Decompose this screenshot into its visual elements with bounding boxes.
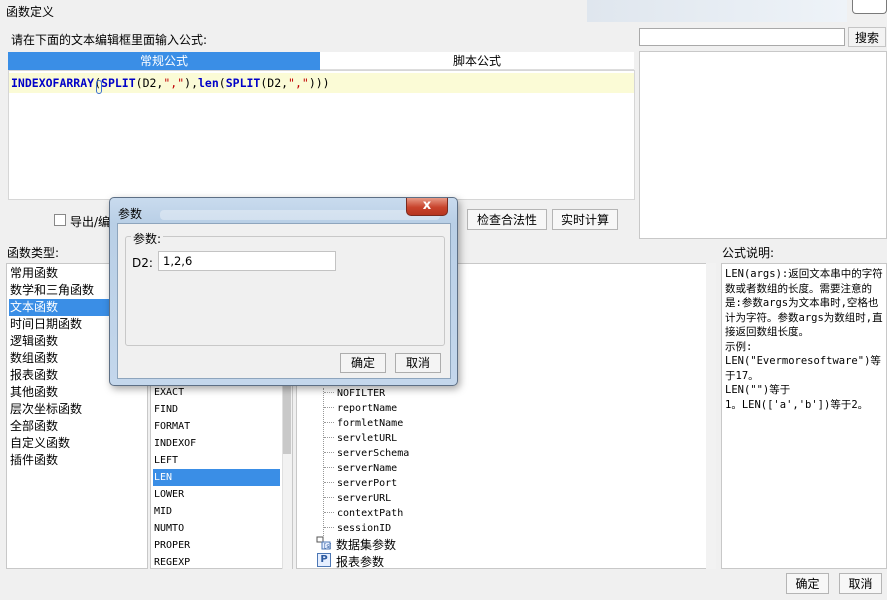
parameter-dialog: 参数 x 参数: D2: 1,2,6 确定 取消	[109, 197, 458, 386]
tree-branch-line	[324, 392, 334, 393]
function-item[interactable]: FORMAT	[153, 418, 280, 435]
function-item[interactable]: INDEXOF	[153, 435, 280, 452]
export-checkbox[interactable]	[54, 214, 66, 226]
report-params-label[interactable]: 报表参数	[336, 553, 384, 570]
background-window-strip	[587, 0, 847, 22]
tree-param-item[interactable]: serverPort	[337, 476, 397, 491]
param-group-label: 参数:	[131, 230, 164, 247]
cancel-button[interactable]: 取消	[839, 573, 882, 594]
tree-param-item[interactable]: sessionID	[337, 521, 391, 536]
parameter-tree-scrollbar[interactable]	[706, 263, 716, 569]
formula-editor[interactable]: INDEXOFARRAY(SPLIT(D2,","),len(SPLIT(D2,…	[8, 70, 635, 200]
category-item[interactable]: 文本函数	[9, 299, 113, 316]
tree-param-item[interactable]: serverName	[337, 461, 397, 476]
category-item[interactable]: 数组函数	[9, 350, 113, 367]
realtime-calc-button[interactable]: 实时计算	[552, 209, 618, 230]
description-label: 公式说明:	[722, 246, 775, 260]
description-line: LEN(args):返回文本串中的字符数或者数组的长度。需要注意的是:参数arg…	[725, 268, 883, 338]
category-label: 函数类型:	[7, 246, 60, 260]
function-list-scroll-thumb[interactable]	[283, 384, 291, 454]
description-line: LEN("")等于	[725, 384, 791, 396]
tab-normal-formula[interactable]: 常规公式	[8, 52, 320, 70]
tree-param-item[interactable]: serverSchema	[337, 446, 409, 461]
check-validity-button[interactable]: 检查合法性	[467, 209, 547, 230]
tree-connector	[323, 388, 324, 536]
formula-token: ","	[163, 76, 185, 90]
param-name-label: D2:	[132, 256, 153, 270]
description-line: 示例:	[725, 340, 753, 353]
category-item[interactable]: 其他函数	[9, 384, 113, 401]
formula-token: (D2,	[260, 76, 289, 90]
window-title: 函数定义	[6, 5, 55, 19]
tree-param-item[interactable]: NOFILTER	[337, 386, 385, 401]
category-item[interactable]: 时间日期函数	[9, 316, 113, 333]
formula-token: )))	[308, 76, 330, 90]
category-item[interactable]: 常用函数	[9, 265, 113, 282]
category-item[interactable]: 自定义函数	[9, 435, 113, 452]
tree-branch-line	[324, 437, 334, 438]
tree-branch-line	[324, 497, 334, 498]
dataset-params-label[interactable]: 数据集参数	[336, 536, 396, 553]
function-item[interactable]: EXACT	[153, 384, 280, 401]
function-item[interactable]: LEFT	[153, 452, 280, 469]
tree-branch-line	[324, 527, 334, 528]
dialog-title-reflection	[160, 210, 440, 220]
description-line: 1。LEN(['a','b'])等于2。	[725, 398, 869, 411]
tree-branch-line	[324, 452, 334, 453]
tab-script-formula[interactable]: 脚本公式	[320, 52, 634, 70]
export-label: 导出/编	[70, 215, 111, 229]
function-item[interactable]: NUMTO	[153, 520, 280, 537]
report-param-icon: P	[317, 553, 331, 567]
dialog-title: 参数	[118, 207, 143, 221]
tree-param-item[interactable]: reportName	[337, 401, 397, 416]
search-input[interactable]	[639, 28, 845, 46]
formula-token: INDEXOFARRAY	[11, 76, 95, 90]
svg-text:[s]: [s]	[324, 543, 331, 550]
tree-param-item[interactable]: serverURL	[337, 491, 391, 506]
description-panel: LEN(args):返回文本串中的字符数或者数组的长度。需要注意的是:参数arg…	[721, 263, 887, 569]
search-results-panel	[639, 51, 887, 239]
tree-branch-line	[324, 467, 334, 468]
dialog-ok-button[interactable]: 确定	[340, 353, 386, 373]
function-item[interactable]: FIND	[153, 401, 280, 418]
tree-branch-line	[324, 512, 334, 513]
function-item[interactable]: MID	[153, 503, 280, 520]
ok-button[interactable]: 确定	[786, 573, 829, 594]
text-cursor-icon	[96, 80, 102, 94]
window-close-button[interactable]	[852, 0, 887, 14]
formula-token: SPLIT	[225, 76, 261, 90]
function-item[interactable]: REGEXP	[153, 554, 280, 571]
formula-token: (D2,	[135, 76, 164, 90]
dialog-body: 参数: D2: 1,2,6 确定 取消	[117, 223, 451, 379]
tree-branch-line	[324, 482, 334, 483]
dialog-close-icon[interactable]: x	[406, 198, 448, 216]
formula-token: ","	[288, 76, 309, 90]
function-item[interactable]: PROPER	[153, 537, 280, 554]
formula-token: SPLIT	[101, 76, 136, 90]
param-value-input[interactable]: 1,2,6	[158, 251, 336, 271]
category-item[interactable]: 数学和三角函数	[9, 282, 113, 299]
category-item[interactable]: 全部函数	[9, 418, 113, 435]
function-item[interactable]: LEN	[153, 469, 280, 486]
description-line: LEN("Evermoresoftware")等于17。	[725, 355, 881, 382]
function-item[interactable]: LOWER	[153, 486, 280, 503]
formula-token: ),	[184, 76, 198, 90]
editor-prompt: 请在下面的文本编辑框里面输入公式:	[11, 33, 208, 47]
category-item[interactable]: 逻辑函数	[9, 333, 113, 350]
tree-param-item[interactable]: formletName	[337, 416, 403, 431]
formula-line[interactable]: INDEXOFARRAY(SPLIT(D2,","),len(SPLIT(D2,…	[9, 73, 634, 93]
search-button[interactable]: 搜索	[848, 27, 886, 47]
tree-param-item[interactable]: servletURL	[337, 431, 397, 446]
tree-param-item[interactable]: contextPath	[337, 506, 403, 521]
tree-branch-line	[324, 407, 334, 408]
formula-token: len	[198, 76, 219, 90]
tree-branch-line	[324, 422, 334, 423]
dialog-cancel-button[interactable]: 取消	[395, 353, 441, 373]
formula-token: (	[218, 76, 226, 90]
category-item[interactable]: 报表函数	[9, 367, 113, 384]
category-item[interactable]: 插件函数	[9, 452, 113, 469]
category-item[interactable]: 层次坐标函数	[9, 401, 113, 418]
dataset-icon: [s]	[316, 536, 331, 550]
